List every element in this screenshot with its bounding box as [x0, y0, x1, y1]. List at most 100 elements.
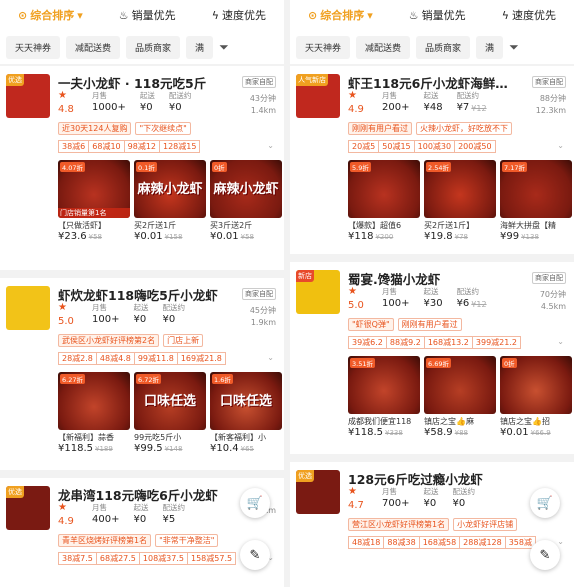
- discount-tag: 39减6.2: [348, 336, 387, 349]
- filter-chip[interactable]: 天天神券: [296, 35, 351, 59]
- discount-tag: 98减12: [124, 140, 160, 153]
- price-value: ¥0.01: [134, 231, 163, 242]
- chevron-down-icon[interactable]: ⌄: [267, 141, 274, 150]
- chevron-down-icon[interactable]: ⌄: [267, 353, 274, 362]
- dish-name: 镇店之宝👍麻: [424, 417, 474, 426]
- dish-name: 【只做活虾】: [58, 221, 106, 230]
- dish-card[interactable]: 3.51折 成都我们便宜118 ¥118.5 ¥338: [348, 356, 420, 438]
- metric-value: 400+: [92, 514, 120, 525]
- funnel-icon[interactable]: ⏷: [219, 40, 229, 55]
- price-value: ¥118: [348, 231, 374, 242]
- discount-row[interactable]: 48减18 88减38 168减58 288减128 358减: [348, 536, 536, 549]
- dish-card[interactable]: 5.9折 【爆款】超值6 ¥118 ¥200: [348, 160, 420, 242]
- promo-label: "非常干净整洁": [155, 534, 219, 547]
- dish-card[interactable]: 6.27折 【新福利】蒜香 ¥118.5 ¥189: [58, 372, 130, 454]
- dish-card[interactable]: 7.17折 海鲜大拼盘【精 ¥99 ¥138: [500, 160, 572, 242]
- dish-card[interactable]: 0折 麻辣小龙虾 买3斤送2斤 ¥0.01 ¥58: [210, 160, 282, 242]
- promo-row: 近30天124人复购 "下次继续点": [58, 122, 191, 135]
- metric-value: ¥0: [452, 498, 466, 509]
- dish-price: ¥118.5 ¥338: [348, 427, 420, 438]
- filter-chip[interactable]: 减配送费: [356, 35, 411, 59]
- edit-button[interactable]: ✎: [530, 540, 560, 570]
- shop-card[interactable]: 新店 蜀宴.馋猫小龙虾 商家自配 ★ 5.0 月售 100+ 起送 ¥30 配送约 ¥6 ¥12 70分…: [290, 262, 574, 454]
- discount-tag: 128减15: [160, 140, 201, 153]
- metric-label: 配送约: [168, 91, 192, 100]
- shop-card[interactable]: 优选 128元6斤吃过瘾小龙虾 ★ 4.7 月售 700+ 起送 ¥0 配送约 ¥0 营江区小龙虾好…: [290, 462, 574, 587]
- funnel-icon[interactable]: ⏷: [509, 40, 519, 55]
- delivery-tag: 商家自配: [532, 76, 566, 88]
- shop-logo[interactable]: 人气新店: [296, 74, 340, 118]
- distance: 1.4km: [250, 106, 276, 115]
- discount-tag: 48减4.8: [96, 352, 135, 365]
- dish-card[interactable]: 2.54折 买2斤送1斤】 ¥19.8 ¥78: [424, 160, 496, 242]
- dish-image: 0.1折 麻辣小龙虾: [134, 160, 206, 218]
- dish-card[interactable]: 0.1折 麻辣小龙虾 买2斤送1斤 ¥0.01 ¥158: [134, 160, 206, 242]
- dish-title: 麻辣小龙虾: [137, 182, 203, 197]
- chevron-down-icon[interactable]: ⌄: [557, 337, 564, 346]
- lightning-icon: ϟ: [501, 8, 509, 22]
- sort-comprehensive[interactable]: ⊙ 综合排序 ▾: [308, 7, 373, 23]
- metric: 配送约 ¥0: [162, 302, 185, 326]
- delivery-time: 45分钟: [249, 306, 276, 315]
- price-value: ¥99: [500, 231, 520, 242]
- discount-tag: 28减2.8: [58, 352, 97, 365]
- cart-icon: 🛒: [536, 495, 554, 511]
- shop-logo[interactable]: 优选: [296, 470, 340, 514]
- shop-logo[interactable]: [6, 286, 50, 330]
- filter-chip[interactable]: 减配送费: [66, 35, 121, 59]
- discount-row[interactable]: 38减7.5 68减27.5 108减37.5 158减57.5: [58, 552, 237, 565]
- metric-label: 起送: [133, 503, 149, 512]
- discount-row[interactable]: 39减6.2 88减9.2 168减13.2 399减21.2: [348, 336, 521, 349]
- price-value: ¥99.5: [134, 443, 163, 454]
- filter-chip[interactable]: 天天神券: [6, 35, 61, 59]
- sort-sales[interactable]: ♨ 销量优先: [409, 7, 466, 23]
- shop-metrics: 月售 100+ 起送 ¥30 配送约 ¥6 ¥12: [382, 286, 487, 310]
- shop-card[interactable]: 虾炊龙虾118嗨吃5斤小龙虾 商家自配 ★ 5.0 月售 100+ 起送 ¥0 配送约 ¥0 45分…: [0, 278, 284, 470]
- chevron-down-icon[interactable]: ⌄: [557, 537, 564, 546]
- price-value: ¥58.9: [424, 427, 453, 438]
- edit-button[interactable]: ✎: [240, 540, 270, 570]
- discount-badge: 4.07折: [60, 162, 85, 172]
- chevron-down-icon[interactable]: ⌄: [557, 141, 564, 150]
- shop-logo[interactable]: 新店: [296, 270, 340, 314]
- metric: 月售 100+: [92, 302, 119, 326]
- cart-button[interactable]: 🛒: [240, 488, 270, 518]
- filter-chip[interactable]: 品质商家: [126, 35, 181, 59]
- sort-speed[interactable]: ϟ 速度优先: [212, 7, 266, 23]
- dish-card[interactable]: 6.69折 镇店之宝👍麻 ¥58.9 ¥88: [424, 356, 496, 438]
- metric-value: ¥0: [162, 314, 176, 325]
- dish-card[interactable]: 1.6折 口味任选 【新客福利】小 ¥10.4 ¥65: [210, 372, 282, 454]
- discount-row[interactable]: 38减6 68减10 98减12 128减15: [58, 140, 201, 153]
- target-icon: ⊙: [18, 8, 28, 22]
- shop-card[interactable]: 优选 一夫小龙虾 · 118元吃5斤 商家自配 ★ 4.8 月售 1000+ 起送 ¥0 配送约 ¥…: [0, 66, 284, 270]
- sort-speed[interactable]: ϟ 速度优先: [502, 7, 556, 23]
- cart-button[interactable]: 🛒: [530, 488, 560, 518]
- shop-score: 5.0: [348, 300, 364, 311]
- dish-title: 麻辣小龙虾: [213, 182, 279, 197]
- dish-card[interactable]: 4.07折 门店销量第1名 【只做活虾】 ¥23.6 ¥58: [58, 160, 130, 242]
- sort-comprehensive[interactable]: ⊙ 综合排序 ▾: [18, 7, 83, 23]
- discount-row[interactable]: 20减5 50减15 100减30 200减50: [348, 140, 496, 153]
- filter-chip[interactable]: 品质商家: [416, 35, 471, 59]
- metric: 起送 ¥0: [423, 486, 438, 510]
- price-value: ¥0.01: [500, 427, 529, 438]
- shop-logo[interactable]: 优选: [6, 74, 50, 118]
- dish-card[interactable]: 0折 镇店之宝👍招 ¥0.01 ¥66.9: [500, 356, 572, 438]
- discount-tag: 169减21.8: [177, 352, 226, 365]
- shop-logo[interactable]: 优选: [6, 486, 50, 530]
- discount-tag: 168减58: [419, 536, 461, 549]
- filter-chip[interactable]: 满: [186, 35, 214, 59]
- metric: 起送 ¥0: [140, 90, 155, 114]
- promo-row: 营江区小龙虾好评榜第1名 小龙虾好评店铺: [348, 518, 518, 531]
- discount-tag: 158减57.5: [188, 552, 237, 565]
- shop-card[interactable]: 人气新店 虾王118元6斤小龙虾海鲜… 商家自配 ★ 4.9 月售 200+ 起送 ¥48 配送约…: [290, 66, 574, 254]
- metric-label: 起送: [423, 287, 439, 296]
- metric-label: 月售: [382, 91, 397, 100]
- discount-row[interactable]: 28减2.8 48减4.8 99减11.8 169减21.8: [58, 352, 226, 365]
- dish-row: 4.07折 门店销量第1名 【只做活虾】 ¥23.6 ¥58 0.1折 麻辣小龙虾 买2斤送1…: [58, 160, 282, 242]
- filter-chip[interactable]: 满: [476, 35, 504, 59]
- dish-card[interactable]: 6.72折 口味任选 99元吃5斤小 ¥99.5 ¥148: [134, 372, 206, 454]
- sort-sales[interactable]: ♨ 销量优先: [119, 7, 176, 23]
- shop-metrics: 月售 1000+ 起送 ¥0 配送约 ¥0: [92, 90, 191, 114]
- metric-value: ¥5: [162, 514, 176, 525]
